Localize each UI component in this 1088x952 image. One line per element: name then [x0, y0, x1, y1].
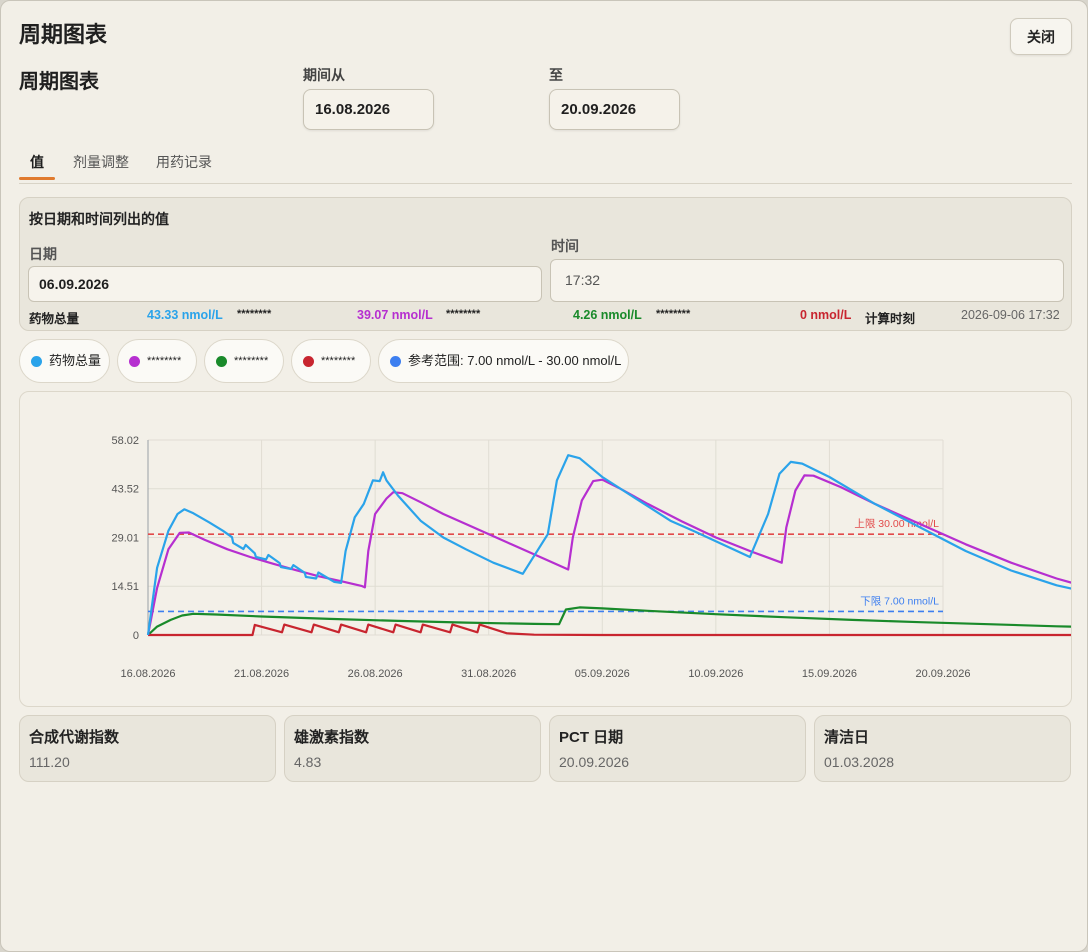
- calc-time-label: 计算时刻: [865, 312, 916, 326]
- legend-dot-purple: [129, 356, 140, 367]
- tab-dose-adjust[interactable]: 剂量调整: [73, 152, 129, 172]
- tab-bar: 值 剂量调整 用药记录: [19, 144, 1072, 184]
- tab-medication-log[interactable]: 用药记录: [156, 152, 212, 172]
- stat-anabolic-index: 合成代谢指数 111.20: [19, 715, 276, 782]
- time-label: 时间: [551, 238, 579, 254]
- x-tick-label: 15.09.2026: [802, 668, 857, 680]
- tab-values[interactable]: 值: [30, 152, 44, 172]
- legend-dot-reference: [390, 356, 401, 367]
- stat-value: 20.09.2026: [559, 754, 630, 770]
- legend-total[interactable]: 药物总量: [19, 339, 110, 383]
- date-field[interactable]: 06.09.2026: [28, 266, 542, 302]
- chart-card: 0 14.51 29.01 43.52 58.02 16.08.2026 21.08.202…: [19, 391, 1087, 707]
- cycle-chart-dialog: 周期图表 关闭 周期图表 期间从 16.08.2026 至 20.09.2026…: [0, 0, 1088, 952]
- masked-label-3: ********: [656, 308, 691, 320]
- total-label: 药物总量: [29, 312, 80, 326]
- stat-value: 111.20: [29, 754, 70, 770]
- legend-series-4[interactable]: ********: [291, 339, 371, 383]
- time-field[interactable]: 17:32: [550, 259, 1064, 302]
- reference-line-label: 上限 30.00 nmol/L: [854, 518, 939, 530]
- stat-androgen-index: 雄激素指数 4.83: [284, 715, 541, 782]
- concentration-chart: 0 14.51 29.01 43.52 58.02 16.08.2026 21.08.202…: [111, 435, 1087, 680]
- stat-title: 合成代谢指数: [29, 729, 120, 746]
- purple-value: 39.07 nmol/L: [357, 308, 433, 322]
- section-title: 周期图表: [19, 71, 99, 93]
- total-value: 43.33 nmol/L: [147, 308, 223, 322]
- legend-series-2[interactable]: ********: [117, 339, 197, 383]
- x-tick-label: 20.09.2026: [915, 668, 970, 680]
- values-panel: 按日期和时间列出的值 日期 06.09.2026 时间 17:32 药物总量 4…: [19, 197, 1072, 331]
- x-tick-label: 16.08.2026: [120, 668, 175, 680]
- legend-label: ********: [234, 355, 269, 367]
- period-from-input[interactable]: 16.08.2026: [303, 89, 434, 130]
- x-tick-label: 21.08.2026: [234, 668, 289, 680]
- active-tab-indicator: [19, 177, 55, 180]
- masked-label-2: ********: [446, 308, 481, 320]
- x-tick-label: 31.08.2026: [461, 668, 516, 680]
- calc-time-value: 2026-09-06 17:32: [961, 308, 1060, 322]
- x-tick-label: 10.09.2026: [688, 668, 743, 680]
- stat-title: PCT 日期: [559, 729, 624, 746]
- y-tick-label: 29.01: [111, 533, 139, 545]
- legend-dot-green: [216, 356, 227, 367]
- stat-value: 4.83: [294, 754, 322, 770]
- x-tick-label: 05.09.2026: [575, 668, 630, 680]
- legend-dot-total: [31, 356, 42, 367]
- stat-pct-date: PCT 日期 20.09.2026: [549, 715, 806, 782]
- period-to-label: 至: [549, 67, 563, 83]
- legend-reference-range[interactable]: 参考范围: 7.00 nmol/L - 30.00 nmol/L: [378, 339, 629, 383]
- period-from-label: 期间从: [303, 67, 345, 83]
- legend-dot-red: [303, 356, 314, 367]
- window-title: 周期图表: [19, 22, 108, 47]
- period-to-input[interactable]: 20.09.2026: [549, 89, 680, 130]
- stat-value: 01.03.2028: [824, 754, 895, 770]
- date-label: 日期: [29, 246, 57, 262]
- masked-label-1: ********: [237, 308, 272, 320]
- values-panel-title: 按日期和时间列出的值: [29, 211, 169, 227]
- y-tick-label: 58.02: [111, 435, 139, 447]
- legend-label: ********: [321, 355, 356, 367]
- stat-clean-date: 清洁日 01.03.2028: [814, 715, 1071, 782]
- legend-label: 药物总量: [49, 353, 102, 368]
- series-line: [148, 623, 1087, 637]
- x-tick-label: 26.08.2026: [348, 668, 403, 680]
- green-value: 4.26 nmol/L: [573, 308, 642, 322]
- y-tick-label: 0: [133, 630, 139, 642]
- y-tick-label: 43.52: [111, 484, 139, 496]
- close-button[interactable]: 关闭: [1010, 18, 1072, 55]
- legend-label: ********: [147, 355, 182, 367]
- stat-title: 雄激素指数: [294, 729, 370, 746]
- reference-line-label: 下限 7.00 nmol/L: [860, 595, 939, 607]
- stat-title: 清洁日: [824, 729, 870, 746]
- y-tick-label: 14.51: [111, 581, 139, 593]
- legend-series-3[interactable]: ********: [204, 339, 284, 383]
- red-value: 0 nmol/L: [800, 308, 852, 322]
- legend-label: 参考范围: 7.00 nmol/L - 30.00 nmol/L: [408, 353, 622, 368]
